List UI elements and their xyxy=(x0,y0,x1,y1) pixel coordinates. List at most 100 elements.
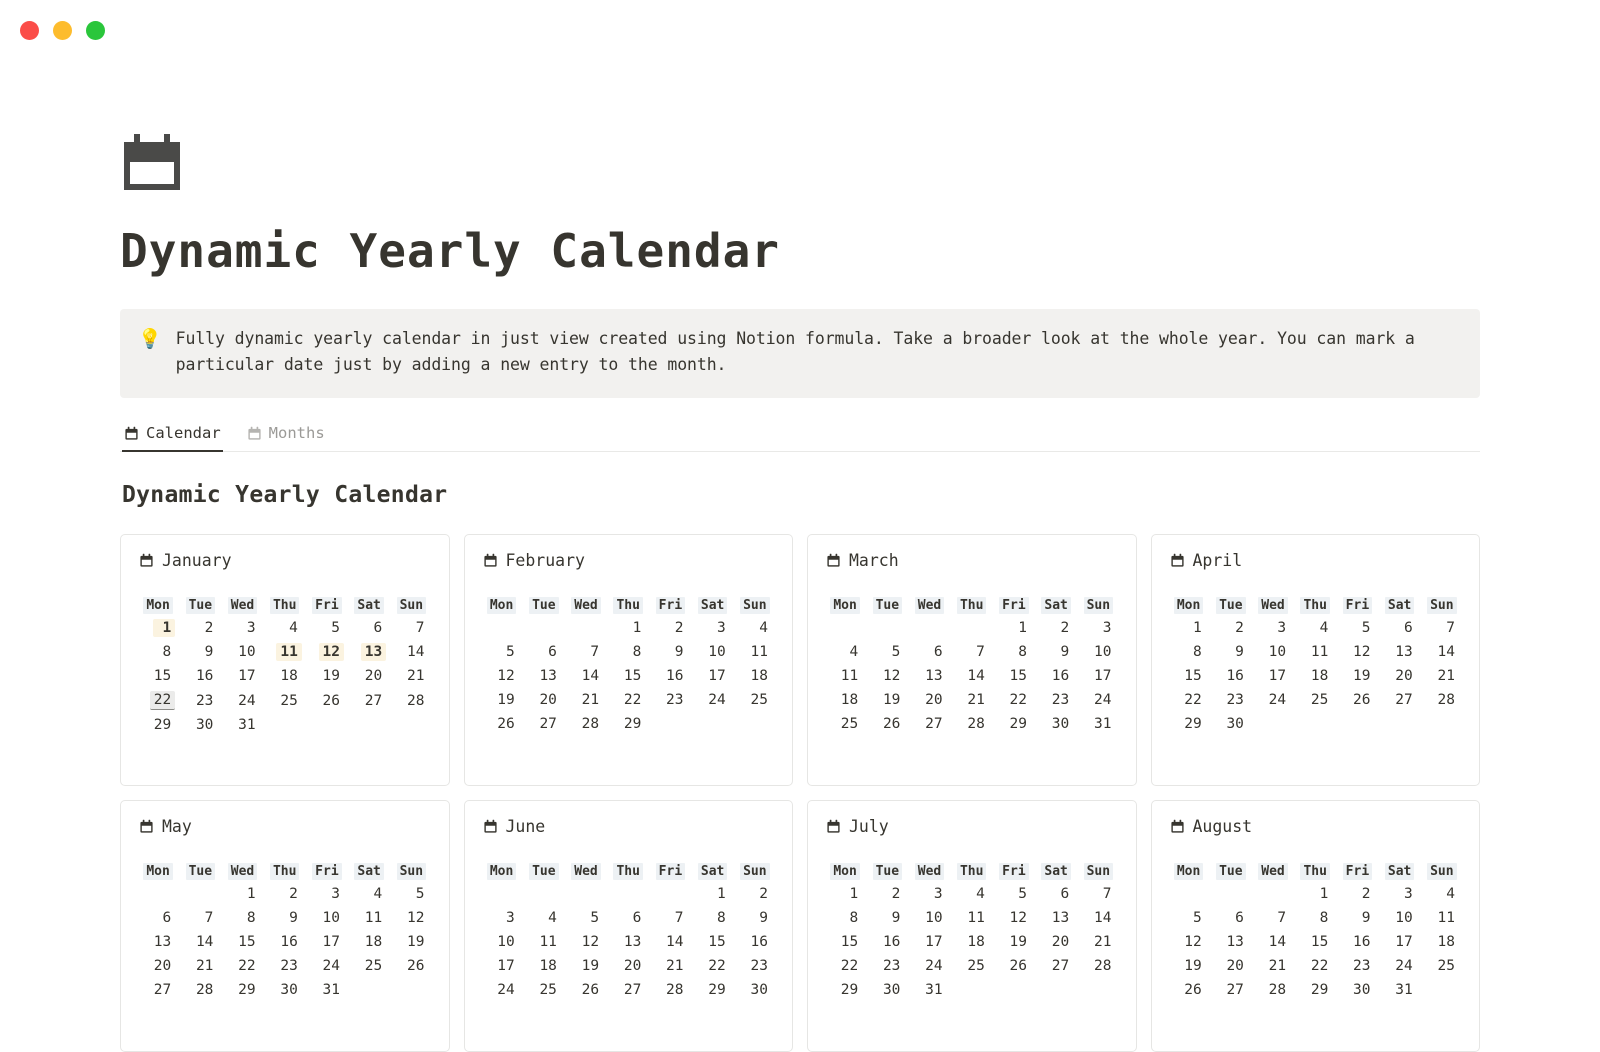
day-cell[interactable]: 24 xyxy=(1077,688,1119,712)
day-cell[interactable]: 24 xyxy=(1379,954,1421,978)
day-cell[interactable]: 25 xyxy=(1294,688,1336,712)
day-cell[interactable]: 5 xyxy=(993,882,1035,906)
day-cell[interactable]: 15 xyxy=(1168,664,1210,688)
month-card[interactable]: April Mon Tue Wed Thu Fri Sat Sun 1 2 3 4 5 6 7 8 9 10 11 1… xyxy=(1150,534,1480,787)
day-cell[interactable]: 19 xyxy=(306,664,348,688)
day-cell[interactable]: 25 xyxy=(1421,954,1463,978)
day-cell[interactable]: 9 xyxy=(1035,640,1077,664)
day-cell[interactable]: 24 xyxy=(1252,688,1294,712)
day-cell[interactable]: 21 xyxy=(390,664,432,688)
day-cell[interactable]: 1 xyxy=(221,882,263,906)
day-cell[interactable]: 20 xyxy=(1210,954,1252,978)
day-cell[interactable]: 24 xyxy=(908,954,950,978)
day-cell[interactable]: 28 xyxy=(1252,978,1294,1002)
month-card[interactable]: May Mon Tue Wed Thu Fri Sat Sun 1 2 3 4 5 6 7 8 9 10 11 12… xyxy=(120,800,450,1052)
day-cell[interactable]: 8 xyxy=(692,906,734,930)
day-cell[interactable]: 14 xyxy=(565,664,607,688)
day-cell[interactable]: 3 xyxy=(1077,616,1119,640)
day-cell[interactable]: 13 xyxy=(1035,906,1077,930)
day-cell[interactable]: 18 xyxy=(951,930,993,954)
day-cell[interactable]: 6 xyxy=(908,640,950,664)
day-cell[interactable]: 6 xyxy=(523,640,565,664)
day-cell[interactable]: 17 xyxy=(221,664,263,688)
day-cell[interactable]: 19 xyxy=(481,688,523,712)
day-cell[interactable]: 30 xyxy=(1035,712,1077,736)
day-cell[interactable]: 1 xyxy=(993,616,1035,640)
day-cell[interactable]: 4 xyxy=(264,616,306,640)
tab-calendar[interactable]: Calendar xyxy=(122,418,223,453)
day-cell[interactable]: 23 xyxy=(264,954,306,978)
month-card[interactable]: March Mon Tue Wed Thu Fri Sat Sun 1 2 3 4 5 6 7 8 9 10 11… xyxy=(807,534,1137,787)
day-cell[interactable]: 6 xyxy=(137,906,179,930)
day-cell[interactable]: 7 xyxy=(565,640,607,664)
day-cell[interactable]: 31 xyxy=(1379,978,1421,1002)
day-cell[interactable]: 1 xyxy=(137,616,179,640)
day-cell[interactable]: 7 xyxy=(1421,616,1463,640)
day-cell[interactable]: 30 xyxy=(1336,978,1378,1002)
day-cell[interactable]: 10 xyxy=(1252,640,1294,664)
day-cell[interactable]: 3 xyxy=(306,882,348,906)
day-cell[interactable]: 18 xyxy=(824,688,866,712)
day-cell[interactable]: 21 xyxy=(1252,954,1294,978)
day-cell[interactable]: 25 xyxy=(734,688,776,712)
day-cell[interactable]: 10 xyxy=(908,906,950,930)
day-cell[interactable]: 11 xyxy=(348,906,390,930)
day-cell[interactable]: 4 xyxy=(734,616,776,640)
day-cell[interactable]: 18 xyxy=(348,930,390,954)
day-cell[interactable]: 12 xyxy=(1168,930,1210,954)
day-cell[interactable]: 26 xyxy=(390,954,432,978)
day-cell[interactable]: 29 xyxy=(993,712,1035,736)
day-cell[interactable]: 12 xyxy=(1336,640,1378,664)
maximize-button[interactable] xyxy=(86,20,105,40)
month-card[interactable]: July Mon Tue Wed Thu Fri Sat Sun 1 2 3 4 5 6 7 8 9 10 11 12… xyxy=(807,800,1137,1052)
day-cell[interactable]: 17 xyxy=(692,664,734,688)
day-cell[interactable]: 2 xyxy=(1336,882,1378,906)
day-cell[interactable]: 6 xyxy=(607,906,649,930)
day-cell[interactable]: 12 xyxy=(993,906,1035,930)
day-cell[interactable]: 6 xyxy=(1379,616,1421,640)
day-cell[interactable]: 2 xyxy=(1210,616,1252,640)
day-cell[interactable]: 12 xyxy=(481,664,523,688)
day-cell[interactable]: 31 xyxy=(221,713,263,737)
day-cell[interactable]: 1 xyxy=(1294,882,1336,906)
day-cell[interactable]: 27 xyxy=(137,978,179,1002)
day-cell[interactable]: 1 xyxy=(692,882,734,906)
day-cell[interactable]: 24 xyxy=(221,688,263,713)
day-cell[interactable]: 27 xyxy=(1210,978,1252,1002)
day-cell[interactable]: 9 xyxy=(1336,906,1378,930)
day-cell[interactable]: 25 xyxy=(951,954,993,978)
day-cell[interactable]: 2 xyxy=(734,882,776,906)
day-cell[interactable]: 28 xyxy=(649,978,691,1002)
day-cell[interactable]: 24 xyxy=(306,954,348,978)
day-cell[interactable]: 16 xyxy=(1210,664,1252,688)
day-cell[interactable]: 3 xyxy=(1379,882,1421,906)
day-cell[interactable]: 27 xyxy=(908,712,950,736)
day-cell[interactable]: 10 xyxy=(1379,906,1421,930)
day-cell[interactable]: 3 xyxy=(908,882,950,906)
day-cell[interactable]: 23 xyxy=(649,688,691,712)
day-cell[interactable]: 22 xyxy=(993,688,1035,712)
day-cell[interactable]: 28 xyxy=(951,712,993,736)
day-cell[interactable]: 17 xyxy=(1077,664,1119,688)
day-cell[interactable]: 10 xyxy=(692,640,734,664)
day-cell[interactable]: 23 xyxy=(734,954,776,978)
day-cell[interactable]: 19 xyxy=(1168,954,1210,978)
day-cell[interactable]: 11 xyxy=(824,664,866,688)
day-cell[interactable]: 22 xyxy=(1168,688,1210,712)
day-cell[interactable]: 19 xyxy=(390,930,432,954)
day-cell[interactable]: 7 xyxy=(179,906,221,930)
day-cell[interactable]: 15 xyxy=(1294,930,1336,954)
day-cell[interactable]: 30 xyxy=(734,978,776,1002)
day-cell[interactable]: 24 xyxy=(481,978,523,1002)
day-cell[interactable]: 16 xyxy=(649,664,691,688)
day-cell[interactable]: 30 xyxy=(264,978,306,1002)
day-cell[interactable]: 15 xyxy=(607,664,649,688)
day-cell[interactable]: 20 xyxy=(607,954,649,978)
day-cell[interactable]: 14 xyxy=(649,930,691,954)
day-cell[interactable]: 16 xyxy=(179,664,221,688)
day-cell[interactable]: 9 xyxy=(734,906,776,930)
day-cell[interactable]: 5 xyxy=(390,882,432,906)
day-cell[interactable]: 12 xyxy=(866,664,908,688)
day-cell[interactable]: 1 xyxy=(824,882,866,906)
day-cell[interactable]: 13 xyxy=(523,664,565,688)
